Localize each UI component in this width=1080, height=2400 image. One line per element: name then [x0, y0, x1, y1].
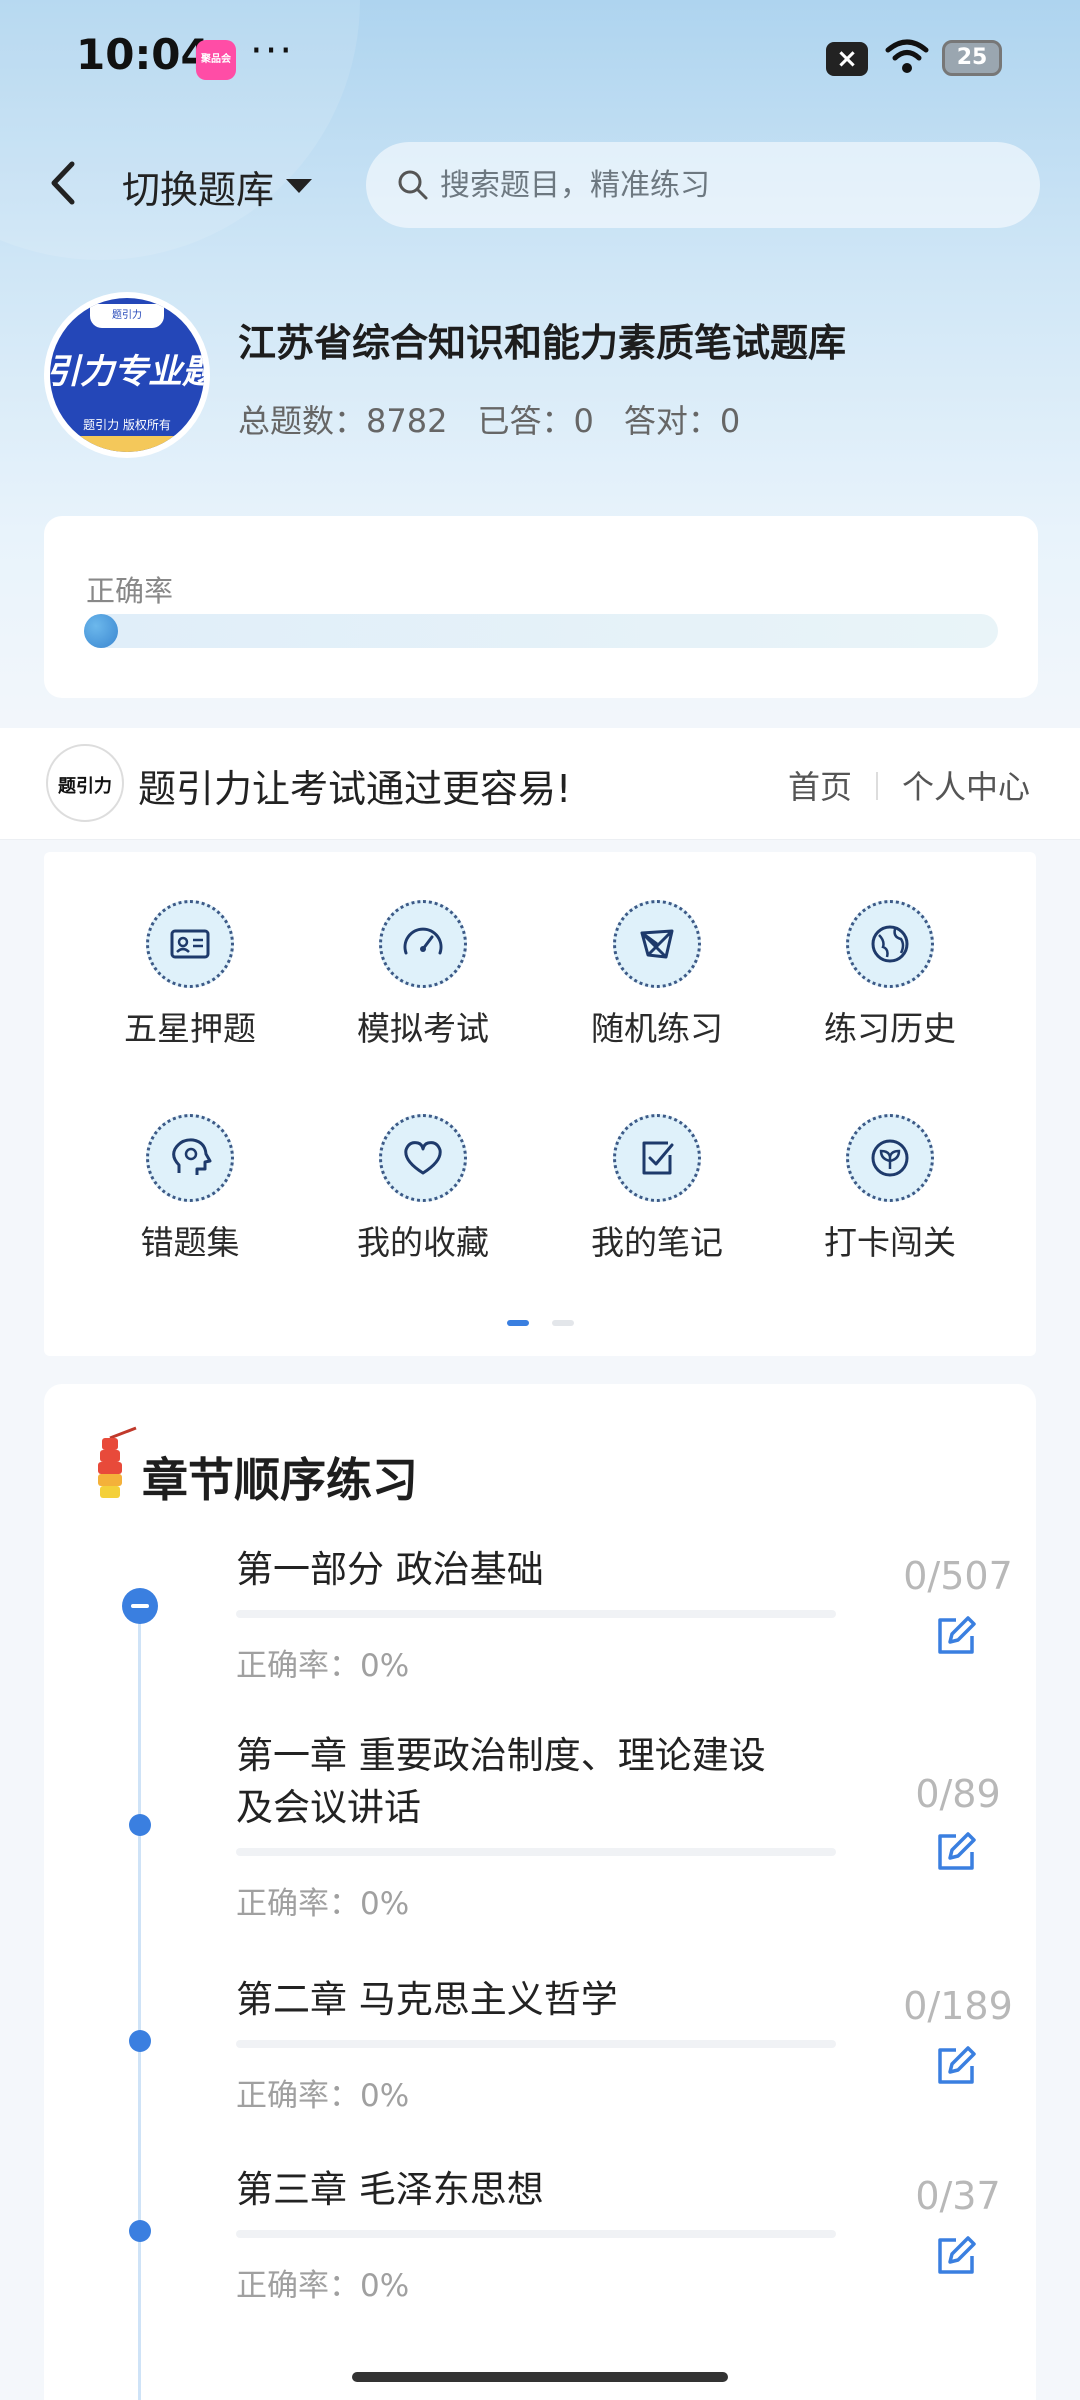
status-bar: 10:04 聚品会 ··· × 25 [0, 0, 1080, 120]
feature-grid: 五星押题 模拟考试 随机练习 练习历史 错题集 我的收藏 我的笔记 打卡闯关 [44, 852, 1036, 1356]
home-indicator[interactable] [352, 2372, 728, 2382]
timeline-dot [129, 2220, 151, 2242]
globe-icon [846, 900, 934, 988]
timeline-dot [129, 1814, 151, 1836]
caret-down-icon [286, 179, 313, 193]
chapter-progress-bar [236, 2230, 836, 2238]
search-box[interactable] [366, 142, 1040, 228]
chapter-name: 第一章 重要政治制度、理论建设及会议讲话 [236, 1734, 766, 1829]
chapter-count: 0/89 [915, 1772, 1001, 1816]
head-icon [146, 1114, 234, 1202]
brand-slogan: 题引力让考试通过更容易! [138, 767, 572, 811]
accuracy-progress-indicator [84, 614, 118, 648]
chapter-section-title: 章节顺序练习 [142, 1453, 418, 1507]
brand-logo: 题引力 [46, 744, 124, 822]
chapter-item[interactable]: 第一章 重要政治制度、理论建设及会议讲话 正确率：0% 0/89 [236, 1730, 1026, 1923]
chapter-progress-bar [236, 1610, 836, 1618]
feature-practice-history[interactable]: 练习历史 [790, 900, 990, 1050]
timeline-line [138, 1610, 141, 2400]
switch-bank-button[interactable]: 切换题库 [122, 158, 313, 214]
pager-dot-active[interactable] [507, 1320, 529, 1326]
sprout-icon [846, 1114, 934, 1202]
chapter-progress-bar [236, 2040, 836, 2048]
chapter-count: 0/189 [903, 1984, 1013, 2028]
chapter-item[interactable]: 第三章 毛泽东思想 正确率：0% 0/37 [236, 2164, 1026, 2305]
divider [876, 772, 878, 800]
note-check-icon [613, 1114, 701, 1202]
chapter-item[interactable]: 第一部分 政治基础 正确率：0% 0/507 [236, 1544, 1026, 1685]
chapter-count: 0/507 [903, 1554, 1013, 1598]
app-notification-icon: 聚品会 [196, 40, 236, 80]
bank-logo: 题引力 引力专业题 题引力 版权所有 [44, 292, 210, 458]
total-count: 总题数：8782 [238, 402, 448, 440]
feature-notes[interactable]: 我的笔记 [557, 1114, 757, 1264]
edit-icon[interactable] [934, 1614, 978, 1658]
brand-bar: 题引力 题引力让考试通过更容易! 首页 个人中心 [0, 728, 1080, 840]
chapter-name: 第二章 马克思主义哲学 [236, 1978, 618, 2021]
no-sim-icon: × [826, 42, 868, 76]
bank-title: 江苏省综合知识和能力素质笔试题库 [238, 321, 847, 365]
chevron-left-icon [51, 161, 75, 205]
feature-five-star[interactable]: 五星押题 [90, 900, 290, 1050]
bank-stats: 总题数：8782 已答：0 答对：0 [238, 396, 770, 442]
answered-count: 已答：0 [477, 402, 594, 440]
chapter-progress-bar [236, 1848, 836, 1856]
edit-icon[interactable] [934, 1830, 978, 1874]
feature-favorites[interactable]: 我的收藏 [323, 1114, 523, 1264]
chapter-accuracy: 正确率：0% [236, 1648, 410, 1684]
switch-bank-label: 切换题库 [122, 167, 275, 212]
back-button[interactable] [40, 150, 84, 216]
wifi-icon [884, 36, 930, 76]
accuracy-progress-track [86, 614, 998, 648]
chapter-card: 章节顺序练习 第一部分 政治基础 正确率：0% 0/507 第一章 重要政治制度… [44, 1384, 1036, 2400]
search-icon [398, 170, 428, 200]
gauge-icon [379, 900, 467, 988]
network-icon [613, 900, 701, 988]
feature-random-practice[interactable]: 随机练习 [557, 900, 757, 1050]
timeline-dot [129, 2030, 151, 2052]
chapter-accuracy: 正确率：0% [236, 1886, 410, 1922]
chapter-item[interactable]: 第二章 马克思主义哲学 正确率：0% 0/189 [236, 1974, 1026, 2115]
heart-icon [379, 1114, 467, 1202]
search-input[interactable] [440, 167, 1000, 203]
accuracy-label: 正确率 [86, 574, 174, 608]
correct-count: 答对：0 [623, 402, 741, 440]
chapter-count: 0/37 [915, 2174, 1001, 2218]
firecracker-icon [90, 1424, 138, 1510]
profile-link[interactable]: 个人中心 [902, 762, 1030, 808]
feature-wrong-questions[interactable]: 错题集 [90, 1114, 290, 1264]
edit-icon[interactable] [934, 2044, 978, 2088]
chapter-name: 第一部分 政治基础 [236, 1548, 544, 1591]
accuracy-card: 正确率 [44, 516, 1038, 698]
chapter-name: 第三章 毛泽东思想 [236, 2168, 544, 2211]
edit-icon[interactable] [934, 2234, 978, 2278]
pager-dot[interactable] [552, 1320, 574, 1326]
feature-checkin[interactable]: 打卡闯关 [790, 1114, 990, 1264]
battery-icon: 25 [942, 40, 1002, 76]
status-time: 10:04 [76, 30, 210, 79]
collapse-icon[interactable] [122, 1588, 158, 1624]
home-link[interactable]: 首页 [788, 762, 852, 808]
id-card-icon [146, 900, 234, 988]
chapter-accuracy: 正确率：0% [236, 2078, 410, 2114]
more-notifications-icon: ··· [250, 28, 295, 74]
chapter-accuracy: 正确率：0% [236, 2268, 410, 2304]
feature-mock-exam[interactable]: 模拟考试 [323, 900, 523, 1050]
